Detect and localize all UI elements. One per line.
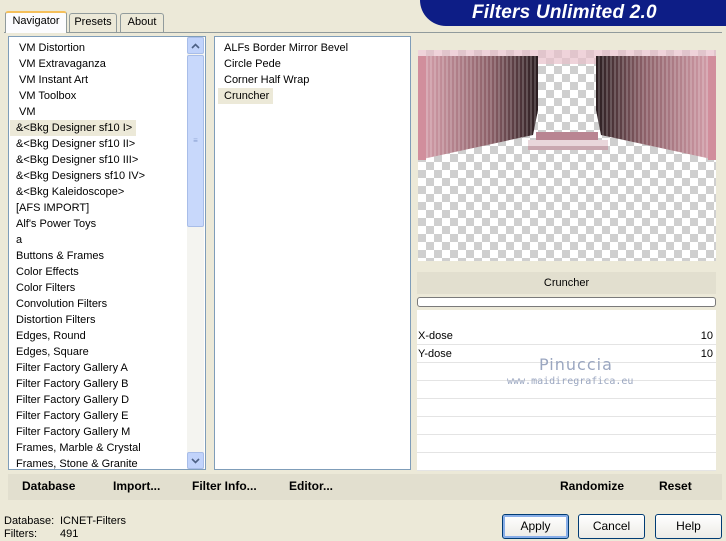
category-item[interactable]: Color Filters (10, 280, 190, 296)
category-item[interactable]: Color Effects (10, 264, 190, 280)
param-row-empty (417, 435, 716, 453)
category-item[interactable]: VM Distortion (10, 40, 190, 56)
category-item[interactable]: a (10, 232, 190, 248)
editor-button[interactable]: Editor... (289, 479, 333, 493)
app-title: Filters Unlimited 2.0 (472, 2, 657, 23)
param-value[interactable]: 10 (701, 327, 713, 345)
category-item[interactable]: &<Bkg Designers sf10 IV> (10, 168, 190, 184)
filter-item[interactable]: Cruncher (218, 88, 274, 104)
scroll-thumb[interactable]: ≡ (187, 55, 204, 227)
category-item[interactable]: [AFS IMPORT] (10, 200, 190, 216)
preview-image (418, 50, 716, 261)
param-label: Y-dose (418, 348, 452, 360)
category-item[interactable]: Distortion Filters (10, 312, 190, 328)
category-item[interactable]: Filter Factory Gallery E (10, 408, 190, 424)
app-title-banner: Filters Unlimited 2.0 (420, 0, 726, 26)
category-scrollbar[interactable]: ≡ (187, 37, 204, 469)
filter-list[interactable]: ALFs Border Mirror Bevel Circle Pede Corne… (214, 36, 411, 470)
watermark-name: Pinuccia (539, 355, 613, 374)
scroll-up-button[interactable] (187, 37, 204, 54)
param-value[interactable]: 10 (701, 345, 713, 363)
category-item[interactable]: VM Instant Art (10, 72, 190, 88)
category-item[interactable]: Edges, Square (10, 344, 190, 360)
category-item[interactable]: Filter Factory Gallery D (10, 392, 190, 408)
category-item[interactable]: Frames, Stone & Granite (10, 456, 190, 469)
category-item[interactable]: Frames, Marble & Crystal (10, 440, 190, 456)
category-item[interactable]: &<Bkg Designer sf10 II> (10, 136, 190, 152)
selected-filter-name: Cruncher (417, 272, 716, 294)
status-database-value: ICNET-Filters (60, 515, 126, 527)
category-item[interactable]: Filter Factory Gallery M (10, 424, 190, 440)
status-filters-value: 491 (60, 528, 79, 540)
category-item[interactable]: VM Toolbox (10, 88, 190, 104)
progress-bar (417, 297, 716, 307)
cancel-button[interactable]: Cancel (578, 514, 645, 539)
status-database-label: Database: (4, 515, 55, 527)
preview-render (418, 50, 716, 160)
category-item[interactable]: Convolution Filters (10, 296, 190, 312)
tab-presets[interactable]: Presets (69, 13, 117, 32)
reset-button[interactable]: Reset (659, 479, 692, 493)
tab-navigator[interactable]: Navigator (5, 11, 67, 33)
category-item[interactable]: Buttons & Frames (10, 248, 190, 264)
param-row-empty (417, 417, 716, 435)
status-filters: Filters: 491 (4, 528, 78, 540)
category-item[interactable]: &<Bkg Designer sf10 III> (10, 152, 190, 168)
apply-button[interactable]: Apply (502, 514, 569, 539)
category-item[interactable]: Filter Factory Gallery A (10, 360, 190, 376)
category-item[interactable]: VM Extravaganza (10, 56, 190, 72)
tab-about[interactable]: About (120, 13, 164, 32)
status-database: Database: ICNET-Filters (4, 515, 126, 527)
param-row-empty (417, 453, 716, 471)
help-button[interactable]: Help (655, 514, 722, 539)
category-item[interactable]: VM (10, 104, 190, 120)
category-item[interactable]: Filter Factory Gallery B (10, 376, 190, 392)
scroll-down-button[interactable] (187, 452, 204, 469)
param-row-empty (417, 399, 716, 417)
filter-item[interactable]: Corner Half Wrap (218, 72, 348, 88)
tab-strip-divider (4, 32, 722, 33)
param-row-x-dose[interactable]: X-dose 10 (417, 327, 716, 345)
database-button[interactable]: Database (22, 479, 75, 493)
filter-item[interactable]: ALFs Border Mirror Bevel (218, 40, 348, 56)
parameter-panel[interactable]: X-dose 10 Y-dose 10 (417, 310, 716, 471)
status-filters-label: Filters: (4, 528, 37, 540)
chevron-up-icon (191, 43, 200, 49)
import-button[interactable]: Import... (113, 479, 160, 493)
param-label: X-dose (418, 330, 453, 342)
randomize-button[interactable]: Randomize (560, 479, 624, 493)
watermark-url: www.maidiregrafica.eu (507, 376, 634, 387)
category-item[interactable]: &<Bkg Kaleidoscope> (10, 184, 190, 200)
category-list[interactable]: VM Distortion VM Extravaganza VM Instant A… (8, 36, 206, 470)
category-item[interactable]: Alf's Power Toys (10, 216, 190, 232)
filter-info-button[interactable]: Filter Info... (192, 479, 257, 493)
category-item[interactable]: &<Bkg Designer sf10 I> (10, 120, 137, 136)
chevron-down-icon (191, 458, 200, 464)
category-item[interactable]: Edges, Round (10, 328, 190, 344)
filter-item[interactable]: Circle Pede (218, 56, 348, 72)
